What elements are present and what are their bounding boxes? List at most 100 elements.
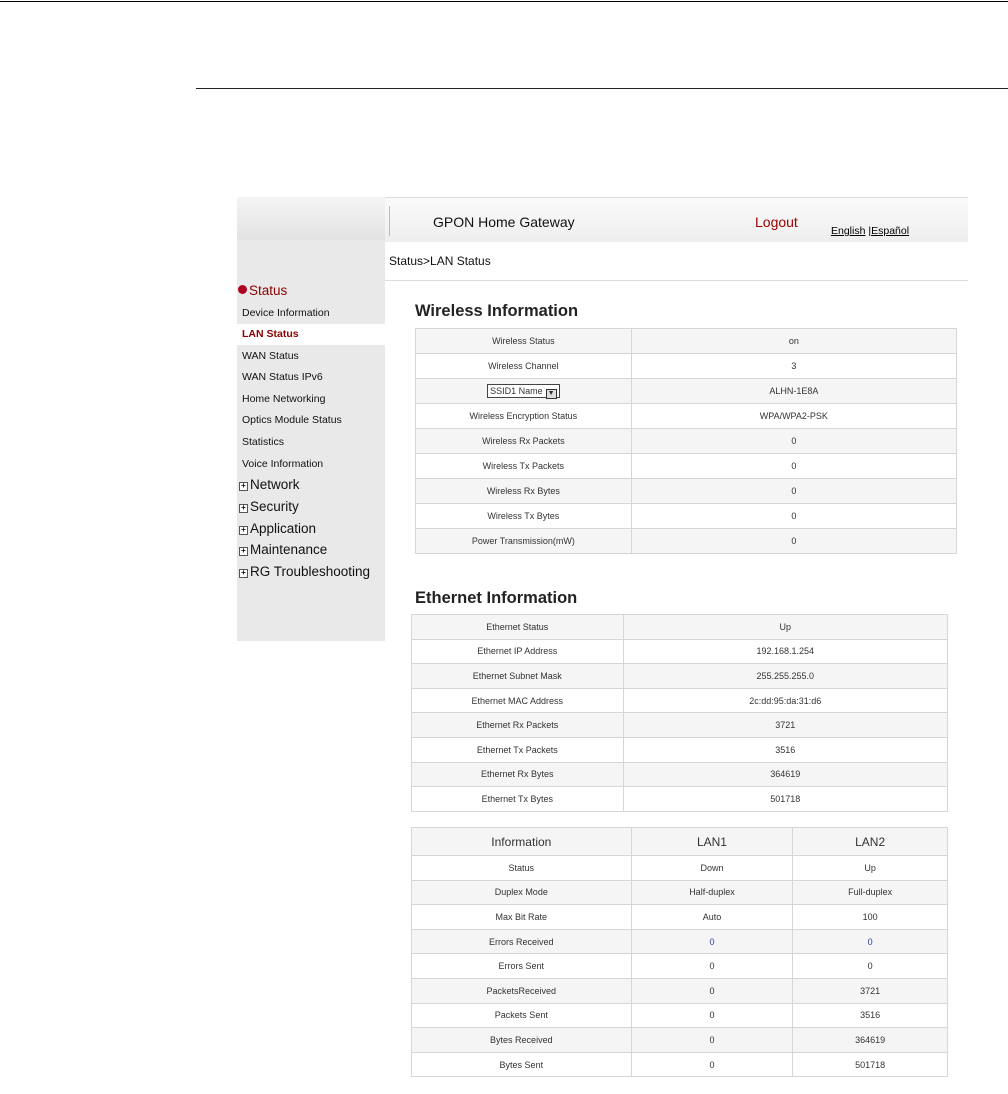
ethernet-table: Ethernet Status Up Ethernet IP Address 192… <box>411 614 949 812</box>
lan1-value: Down <box>630 855 794 881</box>
wireless-value: WPA/WPA2-PSK <box>630 403 958 429</box>
lang-espanol-link[interactable]: Español <box>871 225 909 237</box>
expand-icon: + <box>239 526 248 535</box>
wireless-value: 0 <box>630 428 958 454</box>
sidebar-group-application[interactable]: + Application <box>239 521 316 541</box>
sidebar-item-voice-information[interactable]: Voice Information <box>237 454 385 475</box>
wireless-value: 0 <box>630 528 958 554</box>
wireless-table: Wireless Status on Wireless Channel 3 SSID… <box>415 328 958 554</box>
lan2-value: Full-duplex <box>792 879 948 906</box>
lan-label: PacketsReceived <box>411 977 632 1004</box>
ethernet-label: Ethernet Rx Bytes <box>411 761 624 788</box>
ethernet-value: Up <box>622 614 949 640</box>
lan-header-information: Information <box>411 827 632 856</box>
wireless-value: 0 <box>630 478 958 504</box>
lan-label: Errors Received <box>411 928 632 955</box>
ethernet-value: 501718 <box>622 786 949 812</box>
lan-header-lan1: LAN1 <box>630 827 794 856</box>
ssid-select-cell: SSID1 Name ▼ <box>415 378 632 404</box>
expand-icon: + <box>239 504 248 513</box>
ethernet-value: 3721 <box>622 712 949 738</box>
wireless-value: 0 <box>630 453 958 479</box>
ethernet-label: Ethernet Rx Packets <box>411 712 624 738</box>
sidebar-group-network[interactable]: + Network <box>239 477 300 497</box>
sidebar-item-statistics[interactable]: Statistics <box>237 432 385 453</box>
wireless-value: 3 <box>630 353 958 379</box>
wireless-label: Wireless Channel <box>415 353 632 379</box>
sidebar-item-optics-module-status[interactable]: Optics Module Status <box>237 410 385 431</box>
wireless-label: Wireless Rx Bytes <box>415 478 632 504</box>
sidebar-item-wan-status-ipv6[interactable]: WAN Status IPv6 <box>237 367 385 388</box>
expand-icon: + <box>239 569 248 578</box>
lan2-value: 3516 <box>792 1002 948 1029</box>
lan2-value: 501718 <box>792 1051 948 1078</box>
sidebar-item-wan-status[interactable]: WAN Status <box>237 346 385 367</box>
sidebar-logo-area <box>237 197 385 240</box>
app-title: GPON Home Gateway <box>433 214 575 230</box>
language-switcher: English |Español <box>831 225 909 237</box>
lan2-value: 0 <box>792 928 948 955</box>
breadcrumb-bar: Status>LAN Status <box>385 242 968 281</box>
top-rule <box>0 1 1008 2</box>
sidebar: Status Device Information LAN Status WAN… <box>237 197 385 641</box>
ssid-select[interactable]: SSID1 Name ▼ <box>487 384 560 399</box>
wireless-label: Wireless Tx Bytes <box>415 503 632 529</box>
wireless-label: Wireless Status <box>415 328 632 354</box>
lan-header-lan2: LAN2 <box>792 827 948 856</box>
lan-label: Max Bit Rate <box>411 904 632 930</box>
sidebar-group-rg-troubleshooting[interactable]: + RG Troubleshooting <box>239 564 370 584</box>
header-bar: GPON Home Gateway Logout English |Españo… <box>385 197 968 243</box>
header-divider <box>389 206 390 236</box>
ethernet-value: 364619 <box>622 761 949 788</box>
lan1-value: 0 <box>630 1027 794 1053</box>
ethernet-value: 255.255.255.0 <box>622 663 949 689</box>
ethernet-value: 2c:dd:95:da:31:d6 <box>622 687 949 714</box>
lang-english-link[interactable]: English <box>831 225 865 237</box>
sidebar-group-maintenance[interactable]: + Maintenance <box>239 542 327 562</box>
wireless-label: Wireless Encryption Status <box>415 403 632 429</box>
wireless-value: on <box>630 328 958 354</box>
sidebar-group-security[interactable]: + Security <box>239 499 299 519</box>
lan1-value: 0 <box>630 953 794 979</box>
expand-icon: + <box>239 547 248 556</box>
ethernet-value: 3516 <box>622 736 949 763</box>
lan-label: Duplex Mode <box>411 879 632 906</box>
wireless-value: ALHN-1E8A <box>630 378 958 404</box>
ethernet-label: Ethernet Tx Bytes <box>411 786 624 812</box>
lan2-value: 3721 <box>792 977 948 1004</box>
wireless-value: 0 <box>630 503 958 529</box>
breadcrumb: Status>LAN Status <box>389 254 491 268</box>
ethernet-label: Ethernet Status <box>411 614 624 640</box>
chevron-down-icon: ▼ <box>545 389 557 399</box>
lan2-value: Up <box>792 855 948 881</box>
lan1-value: 0 <box>630 977 794 1004</box>
ethernet-label: Ethernet Subnet Mask <box>411 663 624 689</box>
lan1-value: 0 <box>630 1051 794 1078</box>
lan-label: Errors Sent <box>411 953 632 979</box>
sidebar-item-home-networking[interactable]: Home Networking <box>237 389 385 410</box>
lan1-value: 0 <box>630 1002 794 1029</box>
sidebar-group-status[interactable]: Status <box>238 283 287 303</box>
lan1-value: Half-duplex <box>630 879 794 906</box>
wireless-heading: Wireless Information <box>415 302 579 320</box>
ethernet-label: Ethernet Tx Packets <box>411 736 624 763</box>
ethernet-value: 192.168.1.254 <box>622 638 949 665</box>
lan-label: Packets Sent <box>411 1002 632 1029</box>
wireless-label: Wireless Rx Packets <box>415 428 632 454</box>
logout-link[interactable]: Logout <box>755 214 798 230</box>
lan2-value: 100 <box>792 904 948 930</box>
ethernet-label: Ethernet MAC Address <box>411 687 624 714</box>
sidebar-item-lan-status[interactable]: LAN Status <box>237 324 385 345</box>
lan2-value: 364619 <box>792 1027 948 1053</box>
lan2-value: 0 <box>792 953 948 979</box>
wireless-label: Power Transmission(mW) <box>415 528 632 554</box>
document-rule <box>196 88 1008 89</box>
sidebar-item-device-information[interactable]: Device Information <box>237 303 385 324</box>
lan-label: Status <box>411 855 632 881</box>
expand-icon: + <box>239 482 248 491</box>
lan1-value: Auto <box>630 904 794 930</box>
lan1-value: 0 <box>630 928 794 955</box>
ethernet-heading: Ethernet Information <box>415 589 578 607</box>
wireless-label: Wireless Tx Packets <box>415 453 632 479</box>
lan-ports-table: Information LAN1 LAN2 Status Down Up Duplex … <box>411 827 948 1078</box>
